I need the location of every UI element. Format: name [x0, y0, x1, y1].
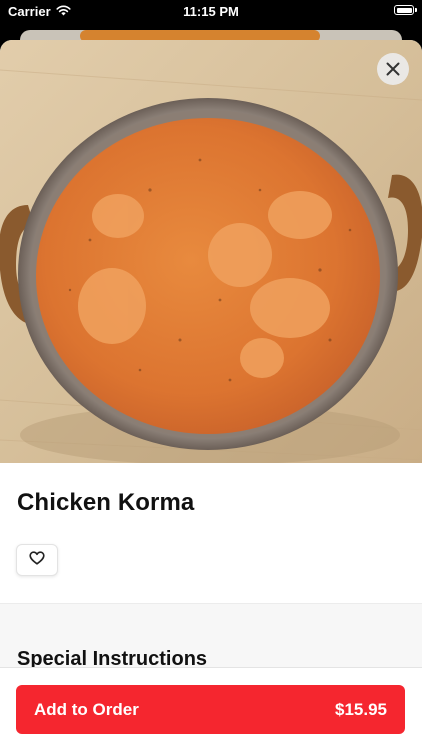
- status-bar: Carrier 11:15 PM: [0, 0, 422, 22]
- item-title: Chicken Korma: [17, 489, 195, 516]
- battery-icon: [394, 5, 417, 15]
- order-footer: Add to Order $15.95: [0, 667, 422, 750]
- curry-bowl-photo: [0, 40, 422, 463]
- status-time: 11:15 PM: [183, 4, 239, 19]
- favorite-button[interactable]: [16, 544, 58, 576]
- order-price: $15.95: [335, 700, 387, 719]
- add-to-order-label: Add to Order: [34, 700, 139, 719]
- close-button[interactable]: [377, 53, 409, 85]
- item-photo: [0, 40, 422, 463]
- item-detail-sheet: Chicken Korma Special Instructions Add t…: [0, 40, 422, 750]
- app-screen: Carrier 11:15 PM Chicken Korma Special I…: [0, 0, 422, 750]
- heart-icon: [29, 550, 45, 570]
- close-icon: [386, 62, 400, 76]
- add-to-order-button[interactable]: Add to Order $15.95: [16, 685, 405, 734]
